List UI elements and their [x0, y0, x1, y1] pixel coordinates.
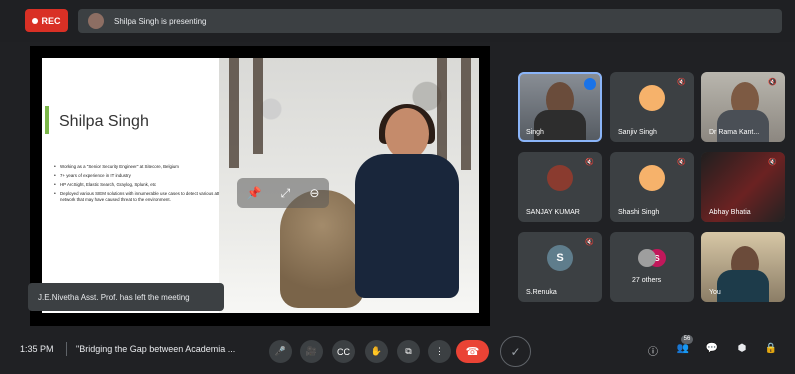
more-options-button[interactable]: ⋮ — [428, 340, 451, 363]
photo-person — [347, 104, 467, 298]
bottom-bar: 1:35 PM "Bridging the Gap between Academ… — [0, 330, 795, 374]
presenter-banner[interactable]: Shilpa Singh is presenting — [78, 9, 782, 33]
record-dot-icon — [32, 17, 39, 24]
mic-off-icon: 🔇 — [768, 79, 777, 86]
shared-slide: Shilpa Singh Working as a "Senior Securi… — [42, 58, 479, 313]
recording-indicator: REC — [25, 9, 68, 32]
present-icon: ⧉ — [405, 346, 412, 356]
top-bar: REC Shilpa Singh is presenting — [0, 0, 795, 42]
activities-button[interactable]: ⬢ — [733, 343, 751, 361]
end-call-ring[interactable]: ✓ — [500, 336, 531, 367]
participant-tile[interactable]: 🔇 S S.Renuka — [518, 232, 602, 302]
people-icon: 👥 — [676, 343, 690, 354]
participant-name: Shashi Singh — [618, 209, 660, 216]
mic-off-icon: 🔇 — [677, 79, 686, 86]
avatar: S — [547, 245, 573, 271]
captions-button[interactable]: CC — [332, 340, 355, 363]
avatar-initial: S — [556, 252, 564, 264]
avatar — [547, 165, 573, 191]
participant-name: SANJAY KUMAR — [526, 209, 580, 216]
meeting-title[interactable]: "Bridging the Gap between Academia ... — [76, 344, 235, 354]
more-options-icon: ⋮ — [435, 346, 444, 356]
participant-name: Abhay Bhatia — [709, 209, 751, 216]
avatar — [639, 85, 665, 111]
chat-icon: 💬 — [705, 343, 719, 354]
security-icon: 🔒 — [764, 343, 778, 354]
participant-tile[interactable]: Singh — [518, 72, 602, 142]
presenter-text: Shilpa Singh is presenting — [114, 16, 207, 26]
mic-off-icon: 🔇 — [585, 159, 594, 166]
slide-accent-bar — [45, 106, 49, 134]
mic-off-icon: 🔇 — [768, 159, 777, 166]
chat-button[interactable]: 💬 — [703, 343, 721, 361]
pin-icon[interactable]: 📌 — [247, 186, 262, 200]
zoom-out-icon[interactable]: ⊖ — [309, 186, 319, 200]
avatar — [637, 249, 656, 267]
divider — [66, 342, 67, 356]
leave-call-button[interactable]: ☎ — [456, 340, 489, 363]
participant-tile[interactable]: You — [701, 232, 785, 302]
microphone-icon: 🎤 — [274, 346, 287, 356]
presentation-controls[interactable]: 📌 ⤢ ⊖ — [237, 178, 329, 208]
present-button[interactable]: ⧉ — [397, 340, 420, 363]
participant-name: S.Renuka — [526, 289, 557, 296]
participant-name: You — [709, 289, 721, 296]
participant-name: Dr Rama Kant... — [709, 129, 760, 136]
participant-name: 27 others — [632, 277, 662, 284]
participant-tile[interactable]: 🔇 SANJAY KUMAR — [518, 152, 602, 222]
microphone-button[interactable]: 🎤 — [269, 340, 292, 363]
speaking-indicator-icon — [584, 78, 596, 90]
participant-tile[interactable]: 🔇 Shashi Singh — [610, 152, 694, 222]
activities-icon: ⬢ — [737, 343, 747, 354]
camera-button[interactable]: 🎥 — [300, 340, 323, 363]
phone-hangup-icon: ☎ — [465, 346, 480, 358]
host-controls-button[interactable]: 🔒 — [762, 343, 780, 361]
participant-tile[interactable]: 🔇 Sanjiv Singh — [610, 72, 694, 142]
participant-tile[interactable]: S 27 others — [610, 232, 694, 302]
recording-label: REC — [41, 15, 61, 26]
avatar — [639, 165, 665, 191]
checkmark-icon: ✓ — [510, 344, 521, 359]
slide-title: Shilpa Singh — [59, 113, 149, 130]
mic-off-icon: 🔇 — [677, 159, 686, 166]
participant-tile[interactable]: 🔇 Dr Rama Kant... — [701, 72, 785, 142]
captions-icon: CC — [337, 346, 350, 357]
participant-name: Singh — [526, 129, 544, 136]
leave-notification-text: J.E.Nivetha Asst. Prof. has left the mee… — [38, 292, 190, 302]
people-button[interactable]: 👥 — [674, 343, 692, 361]
people-count-badge: 56 — [681, 335, 693, 344]
raise-hand-button[interactable]: ✋ — [365, 340, 388, 363]
meeting-info-button[interactable]: ⓘ — [644, 343, 662, 361]
mic-off-icon: 🔇 — [585, 239, 594, 246]
info-icon: ⓘ — [648, 347, 658, 358]
raise-hand-icon: ✋ — [370, 346, 383, 356]
meeting-time: 1:35 PM — [20, 344, 54, 354]
participant-tile[interactable]: 🔇 Abhay Bhatia — [701, 152, 785, 222]
participant-name: Sanjiv Singh — [618, 129, 657, 136]
presenter-avatar — [88, 13, 104, 29]
zoom-icon[interactable]: ⤢ — [281, 186, 291, 201]
camera-icon: 🎥 — [305, 346, 318, 356]
leave-notification: J.E.Nivetha Asst. Prof. has left the mee… — [28, 283, 224, 311]
